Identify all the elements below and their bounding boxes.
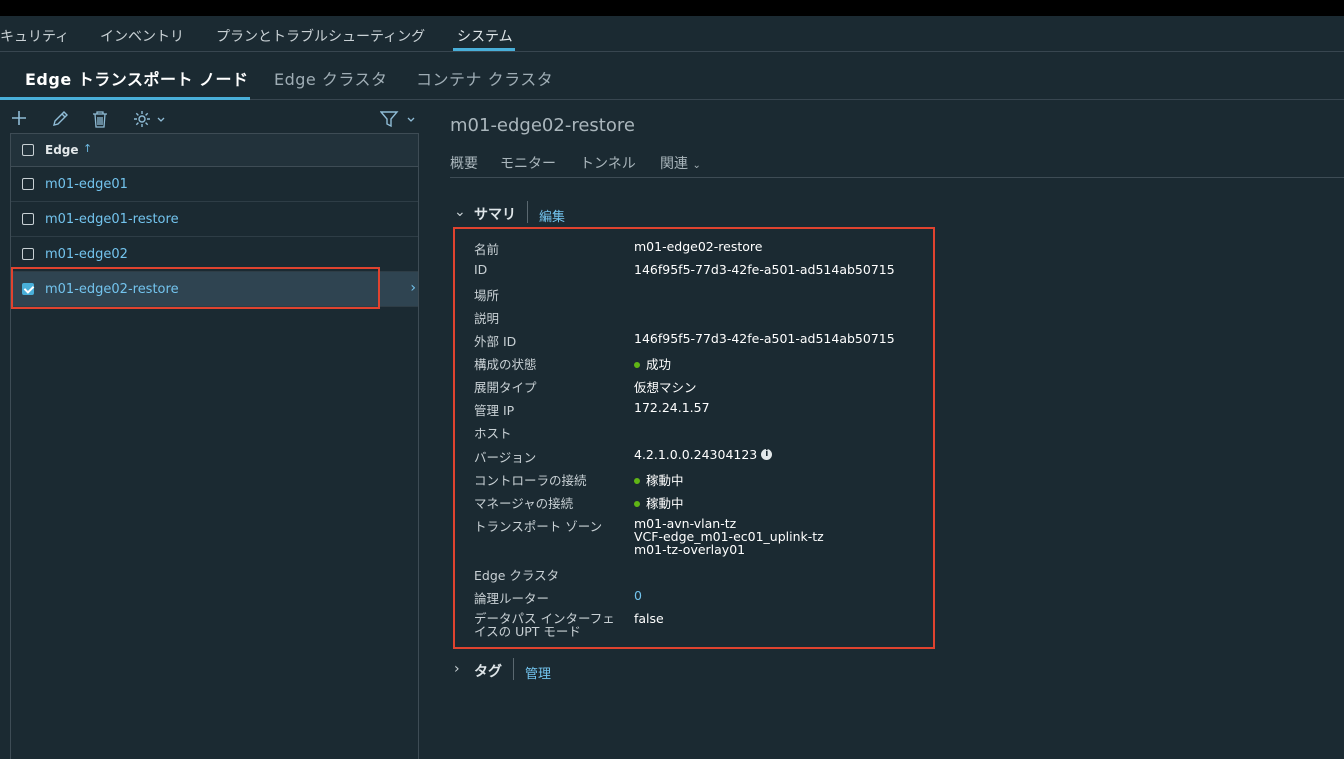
row-label[interactable]: m01-edge02 — [45, 247, 128, 262]
row-label[interactable]: m01-edge02-restore — [45, 282, 179, 297]
status-dot-icon — [634, 500, 640, 507]
delete-icon[interactable] — [92, 110, 108, 128]
field-value-transport-zone: m01-avn-vlan-tz VCF-edge_m01-ec01_uplink… — [634, 517, 824, 556]
table-row[interactable]: m01-edge01 — [11, 167, 418, 202]
column-header-edge[interactable]: Edge — [45, 143, 79, 157]
divider — [513, 658, 514, 680]
row-label[interactable]: m01-edge01 — [45, 177, 128, 192]
manager-connection-text: 稼動中 — [646, 496, 684, 511]
field-label-edge-cluster: Edge クラスタ — [474, 568, 560, 583]
field-label-logical-routers: 論理ルーター — [474, 591, 550, 606]
top-nav-inventory[interactable]: インベントリ — [100, 26, 184, 46]
window-top-bar — [0, 0, 1344, 16]
top-nav-plan-troubleshooting[interactable]: プランとトラブルシューティング — [216, 26, 425, 46]
status-dot-icon — [634, 361, 640, 368]
table-row-selected[interactable]: m01-edge02-restore › — [11, 272, 418, 307]
field-value-external-id: 146f95f5-77d3-42fe-a501-ad514ab50715 — [634, 331, 895, 346]
tab-edge-transport-nodes[interactable]: Edge トランスポート ノード — [25, 66, 249, 90]
field-value-manager-connection: 稼動中 — [634, 493, 684, 512]
field-label-version: バージョン — [474, 450, 537, 465]
field-value-deployment-type: 仮想マシン — [634, 380, 697, 395]
field-label-controller-connection: コントローラの接続 — [474, 473, 587, 488]
divider — [527, 201, 528, 223]
add-icon[interactable] — [11, 110, 27, 126]
summary-highlight-box — [453, 227, 935, 649]
manage-link[interactable]: 管理 — [525, 663, 551, 682]
field-label-config-state: 構成の状態 — [474, 357, 537, 372]
tag-title: タグ — [474, 664, 502, 680]
field-label-host: ホスト — [474, 426, 512, 441]
field-label-datapath-upt-mode: データパス インターフェ イスの UPT モード — [474, 612, 615, 638]
top-nav-security[interactable]: キュリティ — [0, 26, 69, 46]
filter-icon[interactable] — [380, 110, 420, 128]
summary-title: サマリ — [474, 207, 516, 223]
detail-title: m01-edge02-restore — [450, 115, 635, 136]
sort-ascending-icon[interactable]: ↑ — [83, 142, 92, 155]
field-value-logical-routers[interactable]: 0 — [634, 588, 642, 603]
chevron-right-icon[interactable]: › — [410, 280, 416, 296]
grid-header: Edge ↑ — [11, 134, 418, 167]
tab-container-clusters[interactable]: コンテナ クラスタ — [416, 66, 553, 90]
table-row[interactable]: m01-edge02 — [11, 237, 418, 272]
tab-edge-clusters[interactable]: Edge クラスタ — [274, 66, 388, 90]
chevron-right-icon[interactable]: › — [454, 661, 460, 677]
field-label-location: 場所 — [474, 288, 500, 303]
row-checkbox[interactable] — [22, 213, 34, 225]
field-label-description: 説明 — [474, 311, 500, 326]
transport-zone-item: m01-tz-overlay01 — [634, 542, 746, 557]
version-text: 4.2.1.0.0.24304123 — [634, 447, 758, 462]
row-label[interactable]: m01-edge01-restore — [45, 212, 179, 227]
controller-connection-text: 稼動中 — [646, 473, 684, 488]
top-nav-system[interactable]: システム — [457, 26, 513, 46]
tab-related-label: 関連 — [660, 156, 688, 172]
field-label-id: ID — [474, 262, 488, 277]
field-label-external-id: 外部 ID — [474, 334, 517, 349]
field-value-datapath-upt-mode: false — [634, 611, 664, 626]
row-checkbox[interactable] — [22, 283, 34, 295]
select-all-checkbox[interactable] — [22, 144, 34, 156]
tab-monitor[interactable]: モニター — [500, 153, 556, 173]
top-nav-active-indicator — [453, 48, 515, 51]
label-line: イスの UPT モード — [474, 624, 581, 639]
chevron-down-icon[interactable]: ⌄ — [454, 204, 466, 220]
table-row[interactable]: m01-edge01-restore — [11, 202, 418, 237]
field-label-management-ip: 管理 IP — [474, 403, 515, 418]
field-label-deployment-type: 展開タイプ — [474, 380, 537, 395]
sub-nav-active-indicator — [0, 97, 250, 100]
tab-tunnel[interactable]: トンネル — [580, 153, 636, 173]
edge-node-grid: Edge ↑ m01-edge01 m01-edge01-restore m01… — [10, 133, 419, 759]
tab-related[interactable]: 関連 ⌄ — [660, 153, 701, 173]
info-icon[interactable]: i — [761, 449, 773, 460]
chevron-down-icon: ⌄ — [692, 160, 701, 171]
field-value-management-ip: 172.24.1.57 — [634, 400, 710, 415]
config-state-text: 成功 — [646, 357, 672, 372]
status-dot-icon — [634, 477, 640, 484]
edit-link[interactable]: 編集 — [539, 206, 565, 225]
edit-icon[interactable] — [51, 110, 69, 128]
row-checkbox[interactable] — [22, 248, 34, 260]
field-label-name: 名前 — [474, 242, 500, 257]
field-value-id: 146f95f5-77d3-42fe-a501-ad514ab50715 — [634, 262, 895, 277]
field-value-config-state: 成功 — [634, 354, 671, 373]
top-nav: キュリティ インベントリ プランとトラブルシューティング システム — [0, 16, 1344, 52]
field-label-manager-connection: マネージャの接続 — [474, 496, 574, 511]
detail-tabs: 概要 モニター トンネル 関連 ⌄ — [450, 152, 1344, 178]
field-label-transport-zone: トランスポート ゾーン — [474, 519, 603, 534]
field-value-name: m01-edge02-restore — [634, 239, 763, 254]
tab-overview[interactable]: 概要 — [450, 153, 478, 173]
sub-nav: Edge トランスポート ノード Edge クラスタ コンテナ クラスタ — [0, 52, 1344, 100]
gear-icon[interactable] — [133, 110, 167, 128]
field-value-version: 4.2.1.0.0.24304123 i — [634, 447, 773, 462]
field-value-controller-connection: 稼動中 — [634, 470, 684, 489]
row-checkbox[interactable] — [22, 178, 34, 190]
